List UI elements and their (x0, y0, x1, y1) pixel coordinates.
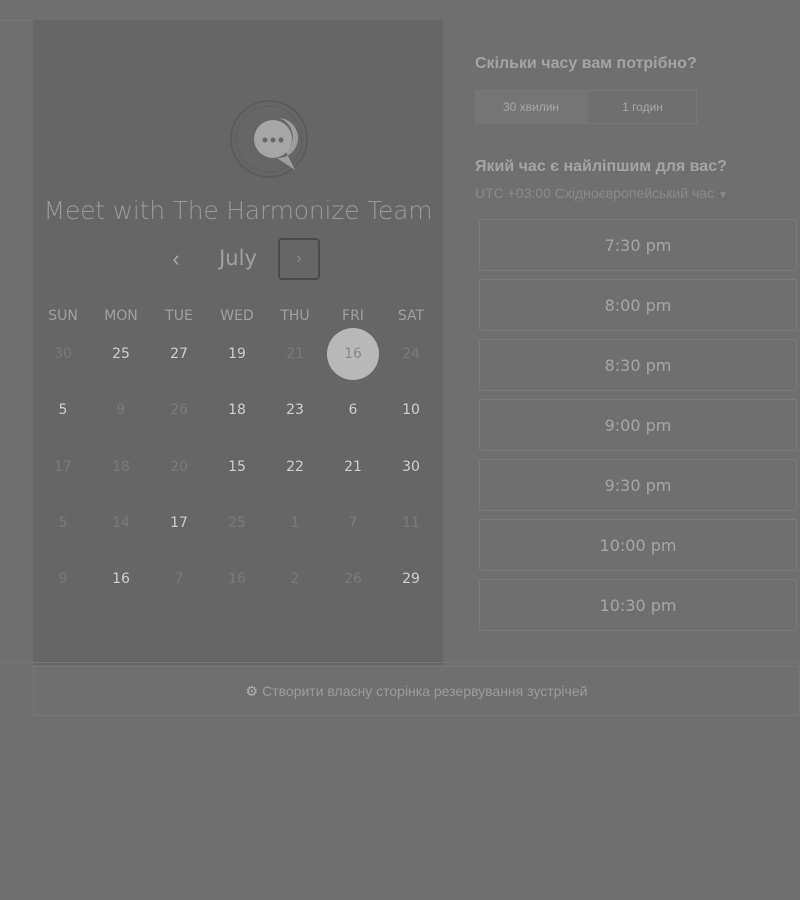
month-label: July (219, 246, 257, 270)
calendar-day: 11 (402, 515, 420, 531)
calendar-day: 21 (286, 346, 304, 362)
duration-option-1hour[interactable]: 1 годин (587, 91, 697, 123)
weekday-thu: THU (280, 308, 310, 324)
calendar-day: 9 (58, 571, 68, 587)
calendar-day[interactable]: 18 (211, 384, 263, 436)
calendar-day[interactable]: 17 (153, 497, 205, 549)
time-slot[interactable]: 10:00 pm (479, 519, 797, 571)
calendar-day[interactable]: 10 (385, 384, 437, 436)
calendar-day: 16 (228, 571, 246, 587)
time-slot[interactable]: 9:30 pm (479, 459, 797, 511)
calendar-day[interactable]: 23 (269, 384, 321, 436)
month-navigation: ‹ July › (33, 238, 443, 282)
calendar-day: 9 (116, 402, 126, 418)
time-slot[interactable]: 9:00 pm (479, 399, 797, 451)
calendar-panel: Meet with The Harmonize Team ‹ July › SU… (33, 20, 443, 665)
calendar-grid: 30 25 27 19 21 16 24 5 9 26 18 23 6 10 17 18 20 15 22 21 30 5… (33, 328, 443, 608)
calendar-day: 14 (112, 515, 130, 531)
calendar-day: 7 (348, 515, 358, 531)
selected-day[interactable]: 16 (327, 328, 379, 380)
time-slot[interactable]: 8:30 pm (479, 339, 797, 391)
weekday-wed: WED (220, 308, 254, 324)
calendar-day: 17 (54, 459, 72, 475)
calendar-day[interactable]: 19 (211, 328, 263, 380)
weekday-fri: FRI (342, 308, 364, 324)
calendar-day: 1 (290, 515, 300, 531)
calendar-day: 2 (290, 571, 300, 587)
duration-selector: 30 хвилин 1 годин (475, 90, 697, 124)
calendar-day: 5 (58, 515, 68, 531)
meeting-title: Meet with The Harmonize Team (43, 196, 433, 225)
weekday-sat: SAT (397, 308, 425, 324)
weekday-tue: TUE (165, 308, 193, 324)
calendar-day[interactable]: 21 (327, 441, 379, 493)
calendar-day: 26 (344, 571, 362, 587)
calendar-day: 24 (402, 346, 420, 362)
calendar-day[interactable]: 25 (95, 328, 147, 380)
calendar-day[interactable]: 15 (211, 441, 263, 493)
calendar-day: 20 (170, 459, 188, 475)
create-booking-page-label: Створити власну сторінка резервування зу… (262, 683, 588, 699)
footer-divider (0, 662, 800, 663)
calendar-day[interactable]: 29 (385, 553, 437, 605)
chevron-right-icon: › (296, 250, 302, 267)
chevron-left-icon: ‹ (172, 246, 180, 271)
time-slot[interactable]: 10:30 pm (479, 579, 797, 631)
calendar-day[interactable]: 5 (37, 384, 89, 436)
weekday-sun: SUN (48, 308, 78, 324)
weekday-mon: MON (104, 308, 138, 324)
caret-down-icon: ▼ (717, 190, 728, 201)
duration-option-30min[interactable]: 30 хвилин (476, 91, 586, 123)
weekday-header: SUN MON TUE WED THU FRI SAT (33, 308, 443, 328)
duration-question: Скільки часу вам потрібно? (475, 55, 697, 72)
calendar-day[interactable]: 22 (269, 441, 321, 493)
timezone-selector[interactable]: UTC +03:00 Східноєвропейський час ▼ (475, 185, 728, 201)
calendar-day: 7 (174, 571, 184, 587)
calendar-day: 30 (54, 346, 72, 362)
scheduling-panel: Скільки часу вам потрібно? 30 хвилин 1 г… (443, 20, 800, 665)
timezone-label: UTC +03:00 Східноєвропейський час (475, 185, 715, 201)
calendar-day[interactable]: 16 (95, 553, 147, 605)
time-question: Який час є найліпшим для вас? (475, 158, 727, 175)
calendar-day[interactable]: 6 (327, 384, 379, 436)
create-booking-page-button[interactable]: ⚙ Створити власну сторінка резервування з… (33, 666, 800, 716)
time-slot[interactable]: 8:00 pm (479, 279, 797, 331)
calendar-day[interactable]: 27 (153, 328, 205, 380)
calendar-day: 18 (112, 459, 130, 475)
prev-month-button[interactable]: ‹ (159, 242, 193, 276)
calendar-day[interactable]: 30 (385, 441, 437, 493)
time-slot[interactable]: 7:30 pm (479, 219, 797, 271)
calendar-day: 26 (170, 402, 188, 418)
hubspot-sprocket-icon: ⚙ (245, 683, 259, 699)
next-month-button[interactable]: › (278, 238, 320, 280)
calendar-day: 25 (228, 515, 246, 531)
chat-logo-icon (227, 100, 311, 178)
